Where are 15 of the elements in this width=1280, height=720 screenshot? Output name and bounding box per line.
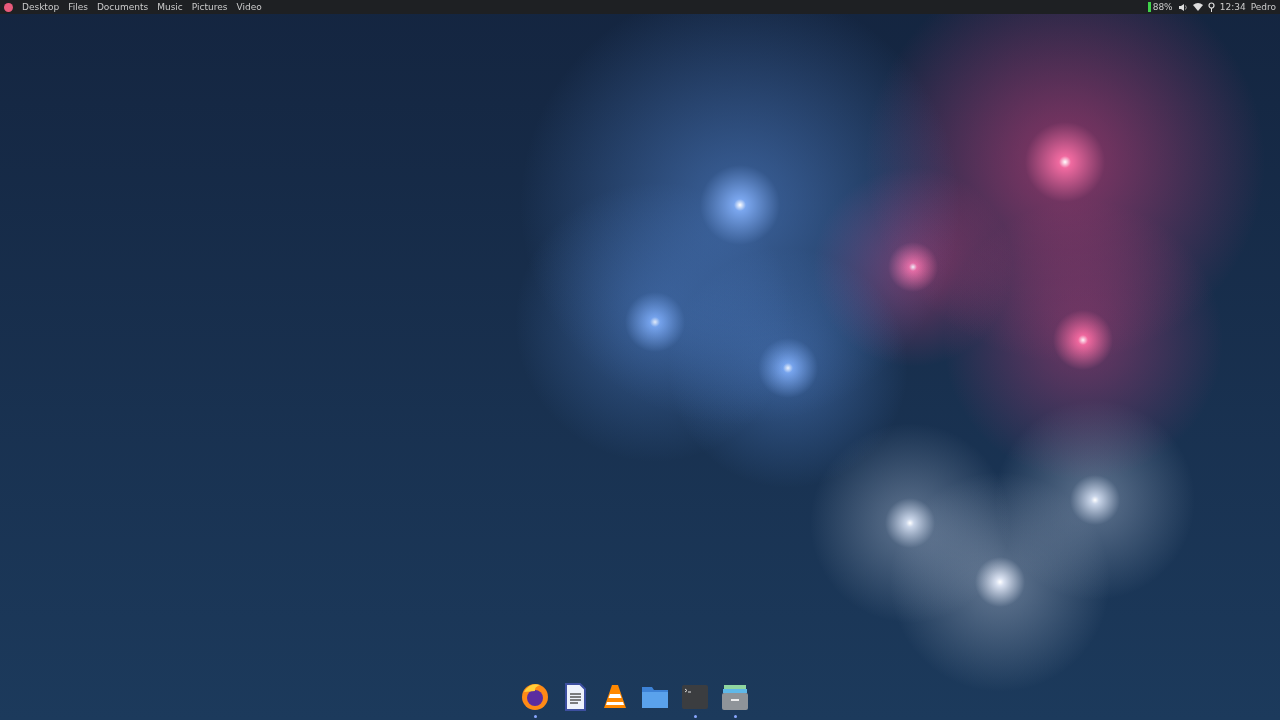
battery-icon[interactable] [1147,2,1151,12]
location-pin-icon[interactable] [1207,2,1215,12]
places-menu-item[interactable]: Documents [96,2,149,12]
places-menu-item[interactable]: Music [157,2,183,12]
wifi-icon[interactable] [1192,3,1203,11]
clock[interactable]: 12:34 [1219,2,1246,12]
places-menu-item[interactable]: Video [236,2,262,12]
volume-icon[interactable] [1177,2,1188,12]
menu-icon[interactable] [4,2,13,12]
file-cabinet-icon[interactable] [720,682,750,712]
user-name[interactable]: Pedro [1250,2,1276,12]
places-menu-item[interactable]: Desktop [22,2,60,12]
places-menu-item[interactable]: Files [68,2,88,12]
battery-percent: 88% [1152,2,1173,12]
places-menu-item[interactable]: Pictures [191,2,228,12]
